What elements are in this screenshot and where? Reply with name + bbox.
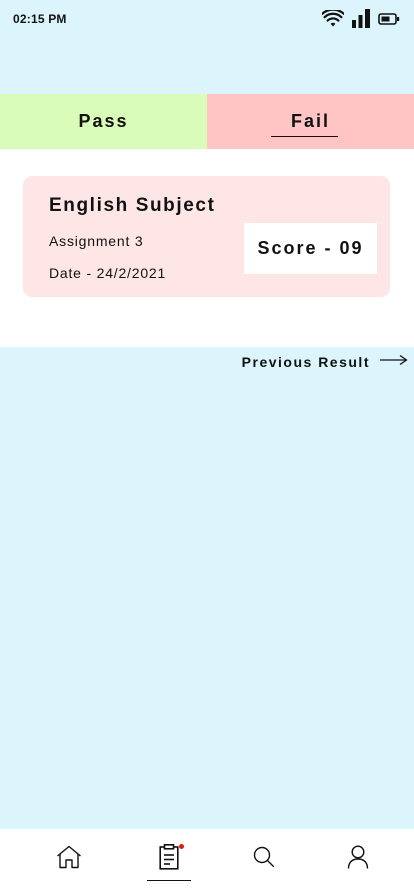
score-value: Score - 09 bbox=[257, 238, 364, 258]
score-badge: Score - 09 bbox=[244, 223, 377, 274]
status-bar: 02:15 PM bbox=[0, 0, 414, 40]
tab-pass-label: Pass bbox=[78, 111, 129, 131]
previous-result-label: Previous Result bbox=[241, 354, 370, 370]
result-tabs: Pass Fail bbox=[0, 94, 414, 149]
wifi-icon bbox=[322, 9, 344, 28]
active-tab-indicator bbox=[271, 136, 338, 137]
arrow-right-icon bbox=[380, 353, 408, 371]
nav-home[interactable] bbox=[39, 829, 99, 889]
nav-search[interactable] bbox=[234, 829, 294, 889]
result-card[interactable]: English Subject Assignment 3 Date - 24/2… bbox=[23, 176, 390, 297]
nav-profile[interactable] bbox=[328, 829, 388, 889]
date-label: Date - 24/2/2021 bbox=[49, 265, 167, 281]
home-icon bbox=[56, 845, 82, 874]
clipboard-icon bbox=[159, 843, 179, 875]
tab-fail-label: Fail bbox=[290, 111, 330, 131]
user-icon bbox=[347, 844, 369, 874]
assignment-label: Assignment 3 bbox=[49, 233, 144, 249]
bottom-navigation bbox=[0, 829, 414, 896]
tab-fail[interactable]: Fail bbox=[207, 94, 414, 149]
subject-title: English Subject bbox=[49, 195, 216, 216]
nav-active-indicator bbox=[147, 879, 191, 881]
battery-icon bbox=[378, 12, 400, 25]
notification-dot bbox=[179, 844, 184, 849]
status-time: 02:15 PM bbox=[13, 12, 67, 26]
cellular-signal-icon bbox=[352, 9, 370, 28]
nav-results[interactable] bbox=[139, 829, 199, 889]
status-icons bbox=[322, 9, 400, 28]
results-panel: English Subject Assignment 3 Date - 24/2… bbox=[0, 149, 414, 347]
previous-result-link[interactable]: Previous Result bbox=[242, 353, 408, 371]
search-icon bbox=[253, 846, 275, 873]
tab-pass[interactable]: Pass bbox=[0, 94, 207, 149]
